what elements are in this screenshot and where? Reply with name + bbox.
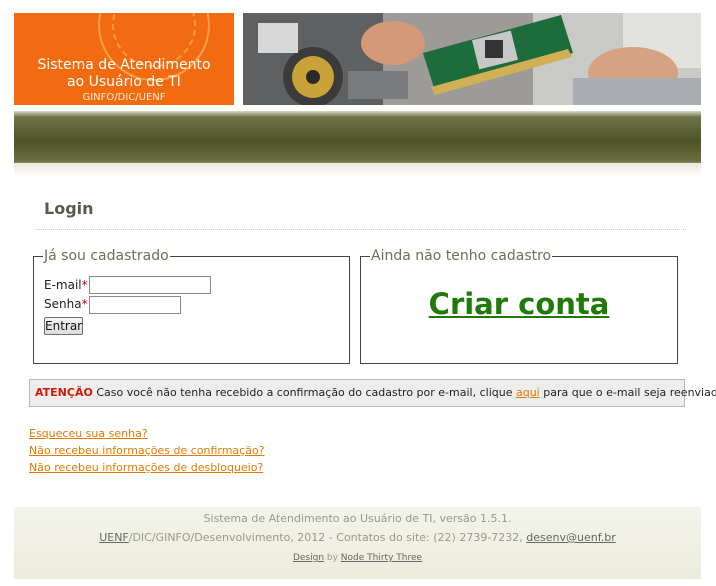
email-label: E-mail* xyxy=(44,278,88,292)
header-photo xyxy=(243,13,701,105)
password-label: Senha* xyxy=(44,297,88,311)
page-title: Login xyxy=(44,199,94,218)
footer-contacts: UENF/DIC/GINFO/Desenvolvimento, 2012 - C… xyxy=(14,531,701,544)
email-field[interactable] xyxy=(89,276,211,294)
no-unblock-link[interactable]: Não recebeu informações de desbloqueio? xyxy=(29,461,263,474)
footer-by-text: by xyxy=(324,553,341,563)
logo-subtitle: GINFO/DIC/UENF xyxy=(82,92,166,103)
registered-user-legend: Já sou cadastrado xyxy=(43,248,170,264)
site-logo: Sistema de Atendimento ao Usuário de TI … xyxy=(14,13,234,105)
new-user-legend: Ainda não tenho cadastro xyxy=(370,248,553,264)
password-field[interactable] xyxy=(89,296,181,314)
login-button[interactable]: Entrar xyxy=(44,317,83,335)
confirmation-notice: ATENÇÃO Caso você não tenha recebido a c… xyxy=(29,379,716,407)
notice-warning-label: ATENÇÃO xyxy=(35,386,93,399)
notice-text: Caso você não tenha recebido a confirmaç… xyxy=(92,386,516,399)
password-label-text: Senha xyxy=(44,297,82,311)
node-thirty-three-link[interactable]: Node Thirty Three xyxy=(341,553,422,563)
resend-confirmation-link[interactable]: aqui xyxy=(516,386,540,399)
required-marker: * xyxy=(81,278,88,292)
logo-title: Sistema de Atendimento ao Usuário de TI xyxy=(14,57,234,91)
email-contact-link[interactable]: desenv@uenf.br xyxy=(526,531,616,544)
header-bar xyxy=(14,111,701,163)
footer-version: Sistema de Atendimento ao Usuário de TI,… xyxy=(203,512,512,525)
uenf-link[interactable]: UENF xyxy=(99,531,129,544)
create-account-link[interactable]: Criar conta xyxy=(361,286,677,322)
logo-title-line1: Sistema de Atendimento xyxy=(37,57,211,73)
logo-title-line2: ao Usuário de TI xyxy=(67,74,181,90)
title-divider xyxy=(35,229,686,230)
forgot-password-link[interactable]: Esqueceu sua senha? xyxy=(29,427,148,440)
footer-design-credit: Design by Node Thirty Three xyxy=(14,552,701,565)
no-confirmation-link[interactable]: Não recebeu informações de confirmação? xyxy=(29,444,265,457)
footer-contacts-text: /DIC/GINFO/Desenvolvimento, 2012 - Conta… xyxy=(128,531,527,544)
design-link[interactable]: Design xyxy=(293,553,324,563)
hardware-photo-illustration xyxy=(243,13,701,105)
notice-text-end: para que o e-mail seja reenviado. xyxy=(539,386,716,399)
header-bar-shadow xyxy=(14,163,701,177)
email-label-text: E-mail xyxy=(44,278,82,292)
required-marker: * xyxy=(81,297,88,311)
